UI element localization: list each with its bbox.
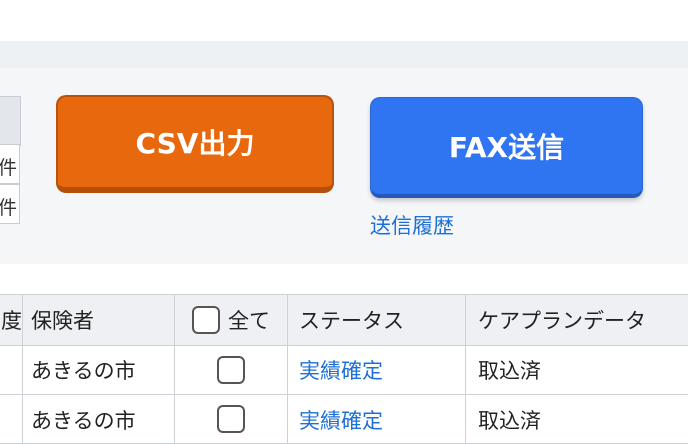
csv-export-button[interactable]: CSV出力	[56, 95, 334, 193]
summary-count-suffix: 件	[0, 197, 17, 219]
careplan-cell: 取込済	[465, 395, 688, 443]
status-link[interactable]: 実績確定	[299, 405, 383, 435]
summary-table-row: 件	[0, 144, 20, 184]
send-history-link[interactable]: 送信履歴	[370, 210, 454, 240]
section-gap	[0, 41, 688, 68]
status-cell: 実績確定	[287, 395, 465, 443]
row-checkbox[interactable]	[217, 356, 245, 384]
fax-send-button[interactable]: FAX送信	[370, 97, 643, 198]
table-cell	[0, 346, 22, 394]
table-cell	[0, 395, 22, 443]
summary-table: 件 件	[0, 96, 22, 238]
header-label: 度	[1, 309, 22, 333]
summary-table-header	[0, 96, 21, 146]
select-all-checkbox[interactable]	[192, 306, 220, 334]
header-cell-truncated: 度	[0, 295, 22, 345]
table-header-row: 度 保険者 全て ステータス ケアプランデータ	[0, 294, 688, 346]
summary-table-row: 件	[0, 184, 20, 224]
insurer-cell: あきるの市	[22, 346, 174, 394]
top-strip	[0, 0, 688, 41]
summary-count-suffix: 件	[0, 157, 17, 179]
row-checkbox[interactable]	[217, 405, 245, 433]
table-row: あきるの市 実績確定 取込済	[0, 395, 688, 444]
careplan-cell: 取込済	[465, 346, 688, 394]
status-link[interactable]: 実績確定	[299, 355, 383, 385]
insurer-cell: あきるの市	[22, 395, 174, 443]
header-status: ステータス	[287, 295, 465, 345]
status-cell: 実績確定	[287, 346, 465, 394]
section-divider	[0, 264, 688, 294]
header-careplan: ケアプランデータ	[465, 295, 688, 345]
select-all-label: 全て	[228, 309, 270, 333]
header-insurer: 保険者	[22, 295, 174, 345]
table-row: あきるの市 実績確定 取込済	[0, 346, 688, 395]
row-select-cell	[174, 346, 287, 394]
header-select-all: 全て	[174, 295, 287, 345]
row-select-cell	[174, 395, 287, 443]
